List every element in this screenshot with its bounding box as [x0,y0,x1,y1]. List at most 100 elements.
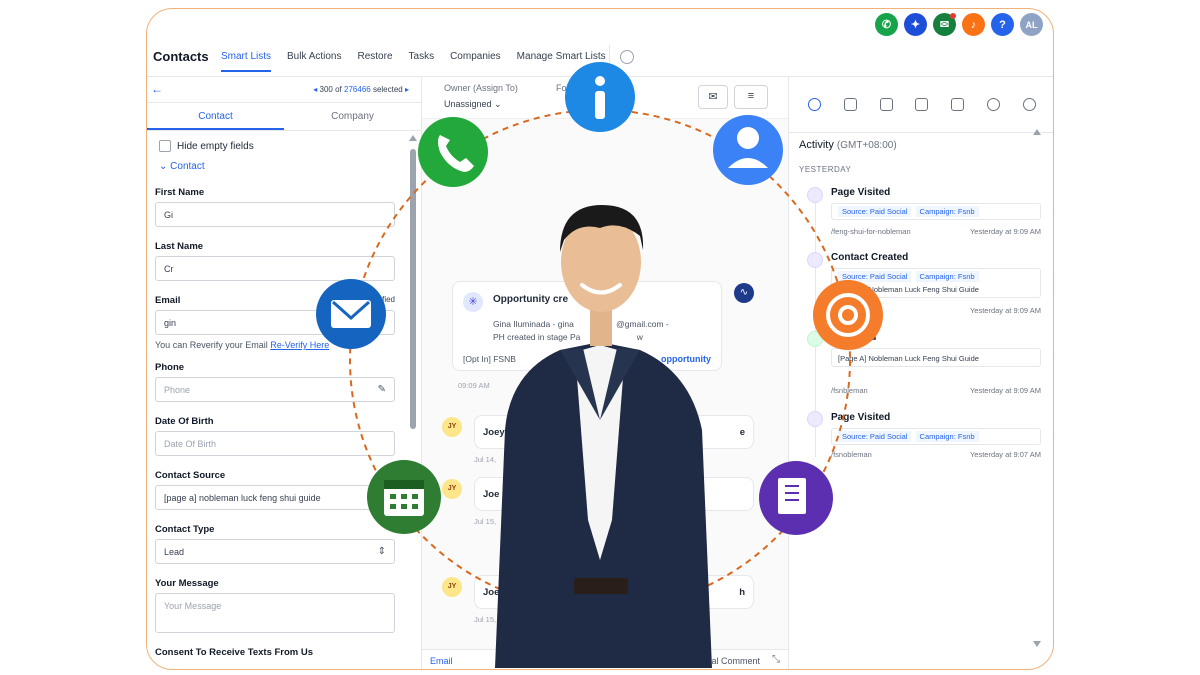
scroll-up-icon[interactable] [1033,129,1041,135]
event-url[interactable]: /fsnobleman [831,450,872,459]
section-label: Contact [170,161,205,172]
back-arrow-icon[interactable]: ← [151,82,163,96]
owner-value: Unassigned [444,99,492,109]
reverify-link[interactable]: Re-Verify Here [270,340,329,350]
next-icon[interactable]: ▸ [405,85,409,94]
activity-title: Activity (GMT+08:00) [799,139,897,151]
megaphone-icon[interactable]: ✉ [933,13,956,36]
event-details: Source: Paid Social Campaign: Fsnb [831,203,1041,220]
message-item[interactable]: Joe [474,477,754,511]
last-name-field[interactable]: Cr [155,256,395,281]
message-snippet: h [739,587,745,598]
owner-select[interactable]: Unassigned ⌄ [444,99,502,110]
prev-icon[interactable]: ◂ [313,85,317,94]
composer-email-tab[interactable]: Email [430,656,453,666]
email-label: Email fied [155,295,395,306]
event-details: [Page A] Nobleman Luck Feng Shui Guide [831,348,1041,367]
internal-comment-tab[interactable]: ternal Comment [696,656,760,666]
count-total[interactable]: 276466 [344,85,371,94]
dob-field[interactable]: Date Of Birth [155,431,395,456]
email-filter-icon[interactable]: ✉ [698,85,728,109]
activity-timezone: (GMT+08:00) [836,140,897,151]
tab-companies[interactable]: Companies [450,51,501,72]
count-suffix: selected [372,85,403,94]
opportunity-line1-end: @gmail.com - [616,319,669,329]
tab-smart-lists[interactable]: Smart Lists [221,51,272,72]
crm-window: ✆ ✦ ✉ ♪ ? AL Contacts Smart Lists Bulk A… [146,8,1054,670]
opportunity-time: 09:09 AM [458,381,490,390]
magic-wand-icon[interactable]: ✦ [904,13,927,36]
clock-icon[interactable] [808,98,822,111]
user-avatar[interactable]: AL [1020,13,1043,36]
tab-tasks[interactable]: Tasks [409,51,435,72]
scroll-up-icon[interactable] [409,135,417,141]
document-icon[interactable] [951,98,965,111]
page-title: Contacts [153,49,209,64]
tab-company[interactable]: Company [284,103,421,130]
scroll-thumb[interactable] [410,149,416,429]
scroll-down-icon[interactable] [1033,641,1041,647]
event-title: Page Visited [831,187,891,198]
hide-empty-checkbox[interactable] [159,140,171,152]
tab-manage-smart-lists[interactable]: Manage Smart Lists [517,51,606,72]
event-details: Source: Paid Social Campaign: Fsnb [Page… [831,268,1041,298]
nav-tabs: Smart Lists Bulk Actions Restore Tasks C… [221,51,606,72]
workflow-icon[interactable] [1022,98,1036,111]
reverify-helper: You can Reverify your Email Re-Verify He… [155,340,395,350]
pencil-icon[interactable]: ✎ [378,384,386,395]
phone-icon[interactable]: ✆ [875,13,898,36]
pencil-note-icon[interactable] [879,98,893,111]
event-time: Yesterday at 9:07 AM [969,450,1041,459]
first-name-field[interactable]: Gi [155,202,395,227]
tab-contact[interactable]: Contact [147,103,284,130]
email-field[interactable]: gin [155,310,395,335]
opportunity-icon: ✳ [463,292,483,312]
event-source: Source: Paid Social [838,206,912,217]
contact-source-label: Contact Source [155,470,226,481]
bell-icon[interactable]: ♪ [962,13,985,36]
opportunity-line1: Gina Iluminada - gina [493,319,574,329]
contact-type-select[interactable]: Lead ⇕ [155,539,395,564]
hide-empty-row: Hide empty fields [159,135,395,157]
filter-icon[interactable]: ≡ [734,85,768,109]
tab-restore[interactable]: Restore [358,51,393,72]
event-title: Contact Created [831,252,909,263]
phone-label: Phone [155,362,185,373]
opportunity-line2: PH created in stage Pa [493,332,581,342]
activity-pulse-icon[interactable]: ∿ [734,283,754,303]
event-description: [Page A] Nobleman Luck Feng Shui Guide [838,285,979,294]
reverify-text: You can Reverify your Email [155,340,268,350]
message-field[interactable]: Your Message [155,593,395,633]
event-meta: /fsnbleman Yesterday at 9:09 AM [831,386,1041,395]
event-time: Yesterday at 9:09 AM [969,227,1041,236]
phone-field[interactable]: Phone ✎ [155,377,395,402]
dollar-icon[interactable] [986,98,1000,111]
avatar: JY [442,417,462,437]
message-date: Jul 15, [474,615,497,624]
conversation-panel: Owner (Assign To) Unassigned ⌄ Foll ✉ ≡ … [422,77,788,669]
expand-icon[interactable]: ⤡ [772,654,780,665]
opportunity-details: Gina Iluminada - gina @gmail.com - PH cr… [493,318,669,344]
gear-icon[interactable] [620,50,634,64]
event-source: Source: Paid Social [838,431,912,442]
top-actions: ✆ ✦ ✉ ♪ ? AL [875,13,1043,36]
consent-label: Consent To Receive Texts From Us [155,647,314,658]
section-contact[interactable]: ⌄ Contact [159,161,395,181]
page-visit-icon [807,187,823,203]
dob-label: Date Of Birth [155,416,214,427]
calendar-icon[interactable] [915,98,929,111]
help-icon[interactable]: ? [991,13,1014,36]
event-url[interactable]: /fsnbleman [831,386,868,395]
record-count: ◂ 300 of 276466 selected ▸ [313,85,409,94]
contact-source-field[interactable]: [page a] nobleman luck feng shui guide [155,485,395,510]
event-title: sited [853,332,877,343]
message-item[interactable]: Joe h [474,575,754,609]
event-url[interactable]: /feng-shui-for-nobleman [831,227,911,236]
task-check-icon[interactable] [844,98,858,111]
left-scrollbar[interactable] [409,135,417,665]
tab-bulk-actions[interactable]: Bulk Actions [287,51,341,72]
message-item[interactable]: Joey e [474,415,754,449]
message-date: Jul 15, [474,517,497,526]
view-opportunity-link[interactable]: opportunity [661,354,711,364]
top-bar: ✆ ✦ ✉ ♪ ? AL [147,9,1053,39]
